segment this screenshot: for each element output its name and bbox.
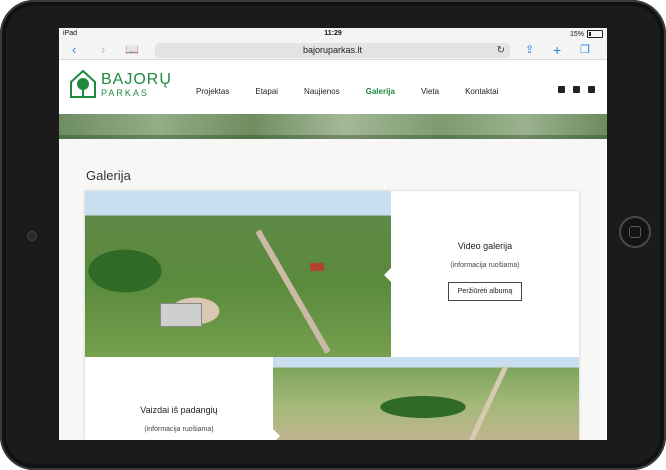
pointer-arrow bbox=[273, 429, 280, 440]
social-links bbox=[558, 86, 595, 93]
mail-icon[interactable] bbox=[588, 86, 595, 93]
main-nav: Projektas Etapai Naujienos Galerija Viet… bbox=[196, 87, 524, 96]
phone-icon[interactable] bbox=[573, 86, 580, 93]
url-text: bajoruparkas.lt bbox=[302, 45, 363, 55]
status-bar: iPad 11:29 15% bbox=[59, 28, 607, 41]
video-gallery-photo[interactable] bbox=[85, 191, 391, 357]
album-subtitle: (informacija ruošiama) bbox=[144, 426, 214, 433]
facebook-icon[interactable] bbox=[558, 86, 565, 93]
nav-galerija[interactable]: Galerija bbox=[366, 87, 395, 96]
battery-icon bbox=[587, 30, 603, 38]
share-icon[interactable]: ⇪ bbox=[525, 43, 534, 57]
tabs-icon[interactable]: ❐ bbox=[580, 43, 590, 57]
hero-banner bbox=[59, 114, 607, 140]
nav-naujienos[interactable]: Naujienos bbox=[304, 87, 340, 96]
aerial-gallery-photo[interactable] bbox=[273, 357, 579, 440]
clock: 11:29 bbox=[324, 30, 342, 37]
site-header: BAJORŲ PARKAS Projektas Etapai Naujienos… bbox=[59, 60, 607, 114]
video-gallery-panel: Video galerija (informacija ruošiama) Pe… bbox=[391, 191, 579, 357]
pointer-arrow bbox=[384, 268, 391, 282]
album-subtitle: (informacija ruošiama) bbox=[450, 262, 520, 269]
home-button[interactable] bbox=[619, 216, 651, 248]
battery-percent: 15% bbox=[569, 30, 584, 38]
album-title: Vaizdai iš padangių bbox=[140, 405, 218, 415]
nav-kontaktai[interactable]: Kontaktai bbox=[465, 87, 498, 96]
screen: iPad 11:29 15% ‹ › 📖 bajoruparkas.lt ↻ ⇪… bbox=[59, 28, 607, 440]
address-bar[interactable]: bajoruparkas.lt ↻ bbox=[155, 43, 510, 58]
forward-icon[interactable]: › bbox=[101, 43, 105, 57]
nav-vieta[interactable]: Vieta bbox=[421, 87, 439, 96]
aerial-gallery-panel: Vaizdai iš padangių (informacija ruošiam… bbox=[85, 357, 273, 440]
tablet-frame: iPad 11:29 15% ‹ › 📖 bajoruparkas.lt ↻ ⇪… bbox=[0, 0, 666, 470]
new-tab-icon[interactable]: + bbox=[553, 43, 561, 57]
browser-toolbar: ‹ › 📖 bajoruparkas.lt ↻ ⇪ + ❐ bbox=[59, 41, 607, 60]
logo-text[interactable]: BAJORŲ PARKAS bbox=[101, 72, 172, 99]
gallery-card: Video galerija (informacija ruošiama) Pe… bbox=[85, 191, 579, 440]
reload-icon[interactable]: ↻ bbox=[497, 43, 505, 58]
view-album-button[interactable]: Peržiūrėti albumą bbox=[447, 282, 523, 301]
house-tree-logo-icon[interactable] bbox=[69, 69, 97, 99]
nav-etapai[interactable]: Etapai bbox=[255, 87, 278, 96]
logo-line-2: PARKAS bbox=[101, 88, 149, 98]
album-title: Video galerija bbox=[457, 241, 513, 251]
gallery-section: Galerija Video galerija (informacija ruo… bbox=[59, 139, 607, 440]
back-icon[interactable]: ‹ bbox=[72, 43, 76, 57]
camera-icon bbox=[27, 231, 37, 241]
logo-line-1: BAJORŲ bbox=[101, 71, 172, 88]
nav-projektas[interactable]: Projektas bbox=[196, 87, 229, 96]
page-title: Galerija bbox=[86, 168, 131, 183]
bookmarks-icon[interactable]: 📖 bbox=[125, 43, 139, 57]
